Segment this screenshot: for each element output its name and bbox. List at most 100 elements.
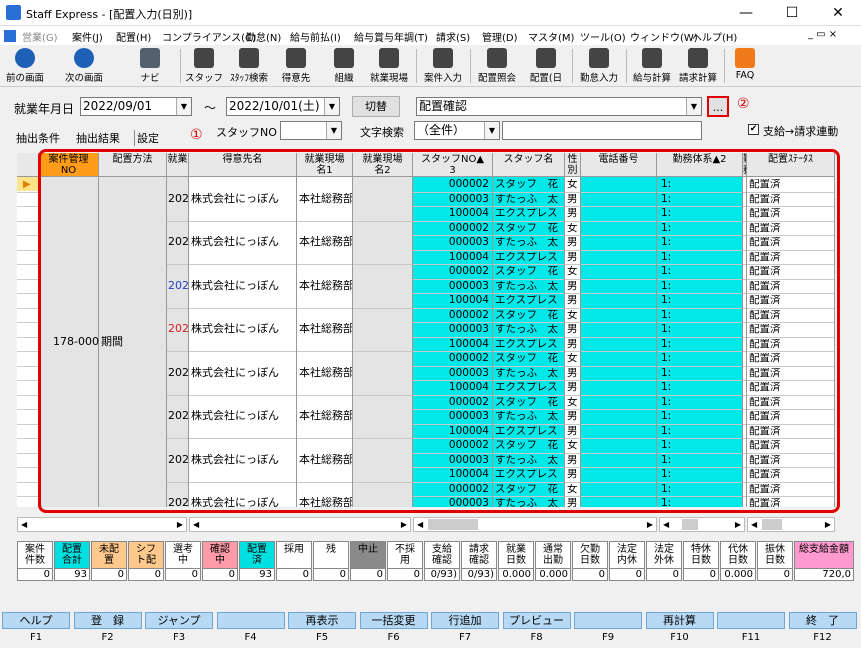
menu-item[interactable]: ツール(O)	[580, 29, 626, 44]
toolbar-billing-button[interactable]: 請求計算	[676, 47, 720, 85]
sync-checkbox[interactable]: ✔	[748, 124, 759, 135]
text-search-input[interactable]	[502, 121, 702, 140]
arrow-left-icon	[15, 48, 35, 68]
stat-label: 請求 確認	[462, 542, 496, 569]
fkey-button-f1[interactable]: ヘルプ	[2, 612, 70, 629]
menu-item[interactable]: 請求(S)	[436, 29, 470, 44]
maximize-button[interactable]: ☐	[769, 0, 815, 26]
customer-icon	[286, 48, 306, 68]
close-button[interactable]: ✕	[815, 0, 861, 26]
next-screen-button[interactable]: 次の画面	[62, 47, 106, 85]
switch-button[interactable]: 切替	[352, 96, 400, 117]
fkey-button-f7[interactable]: 行追加	[431, 612, 499, 629]
fkey-label: F10	[670, 632, 689, 643]
fkey-label: F2	[101, 632, 114, 643]
stat-value: 0	[413, 569, 420, 580]
stat-value: 0	[154, 569, 161, 580]
toolbar-placement-query-button[interactable]: 配置照会	[474, 47, 520, 85]
menu-item[interactable]: ヘルプ(H)	[692, 29, 737, 44]
stat-label: 代休 日数	[721, 542, 755, 569]
stat-box: 特休 日数 0	[683, 541, 719, 581]
menu-item[interactable]: 給与賞与年調(T)	[354, 29, 428, 44]
stat-value: 0	[598, 569, 605, 580]
date-to-select[interactable]: 2022/10/01(土) ▼	[226, 97, 340, 116]
stat-box: シフ ト配 0	[128, 541, 164, 581]
more-button[interactable]: ...	[707, 96, 729, 117]
placement-query-icon	[487, 48, 507, 68]
fkey-button-f3[interactable]: ジャンプ	[145, 612, 213, 629]
stat-value: 0	[672, 569, 679, 580]
stat-value: 0/93)	[467, 569, 494, 580]
stat-label: 不採用	[388, 542, 422, 569]
faq-icon	[735, 48, 755, 68]
stat-label: 支給 確認	[425, 542, 459, 569]
fkey-button-f10[interactable]: 再計算	[645, 612, 714, 629]
toolbar-staff-search-button[interactable]: ｽﾀｯﾌ検索	[226, 47, 272, 85]
horizontal-scrollbars[interactable]: ◀ ▶ ◀ ▶ ◀ ▶ ◀ ▶ ◀ ▶	[17, 517, 835, 532]
toolbar-attendance-button[interactable]: 勤怠入力	[576, 47, 622, 85]
chevron-down-icon[interactable]: ▼	[326, 122, 341, 139]
tab-settings[interactable]: 設定	[134, 130, 159, 146]
navi-icon	[140, 48, 160, 68]
fkey-button-f5[interactable]: 再表示	[288, 612, 356, 629]
site-icon	[379, 48, 399, 68]
fkey-button-f11[interactable]	[717, 612, 785, 629]
chevron-down-icon[interactable]: ▼	[484, 122, 499, 139]
fkey-button-f2[interactable]: 登 録	[73, 612, 142, 629]
stat-label: 振休 日数	[758, 542, 792, 569]
fkey-button-f9[interactable]	[574, 612, 642, 629]
toolbar-payroll-button[interactable]: 給与計算	[630, 47, 674, 85]
toolbar-site-button[interactable]: 就業現場	[366, 47, 412, 85]
toolbar-org-button[interactable]: 組織	[324, 47, 364, 85]
fkey-label: F12	[813, 632, 832, 643]
minimize-button[interactable]: —	[723, 0, 769, 26]
menu-item[interactable]: 給与前払(I)	[290, 29, 341, 44]
menu-item[interactable]: 勤怠(N)	[246, 29, 281, 44]
fkey-button-f8[interactable]: プレビュー	[502, 612, 571, 629]
billing-icon	[688, 48, 708, 68]
navi-button[interactable]: ナビ	[130, 47, 170, 85]
tab-extract-results[interactable]: 抽出結果	[76, 130, 120, 146]
menu-item[interactable]: 管理(D)	[482, 29, 518, 44]
staff-no-select[interactable]: ▼	[280, 121, 342, 140]
toolbar-case-input-button[interactable]: 案件入力	[420, 47, 466, 85]
fkey-button-f4[interactable]	[216, 612, 285, 629]
toolbar: 前の画面 次の画面 ナビ スタッフ ｽﾀｯﾌ検索 得意先 組織 就業現場 案件入…	[0, 45, 861, 87]
stat-label: 未配置	[92, 542, 126, 569]
stat-label: 残	[314, 542, 348, 569]
mdi-controls[interactable]: _ ▭ ×	[808, 29, 837, 40]
stat-value: 93	[74, 569, 87, 580]
stat-box: 案件 件数 0	[17, 541, 53, 581]
menu-item[interactable]: 配置(H)	[116, 29, 151, 44]
toolbar-placement-daily-button[interactable]: 配置(日	[524, 47, 568, 85]
mode-select[interactable]: 配置確認 ▼	[416, 97, 702, 116]
text-search-mode-select[interactable]: （全件） ▼	[414, 121, 500, 140]
menu-item[interactable]: 案件(J)	[72, 29, 103, 44]
column-header[interactable]	[17, 153, 39, 177]
stat-box: 法定 外休 0	[646, 541, 682, 581]
menu-item[interactable]: コンプライアンス(C)	[162, 29, 256, 44]
chevron-down-icon[interactable]: ▼	[324, 98, 339, 115]
chevron-down-icon[interactable]: ▼	[176, 98, 191, 115]
payroll-icon	[642, 48, 662, 68]
fkey-button-f6[interactable]: 一括変更	[359, 612, 428, 629]
fkey-button-f12[interactable]: 終 了	[788, 612, 857, 629]
stat-box: 代休 日数 0.000	[720, 541, 756, 581]
stat-value: 0	[191, 569, 198, 580]
tab-extract-conditions[interactable]: 抽出条件	[16, 130, 60, 146]
menu-bar: 営業(G) 案件(J) 配置(H) コンプライアンス(C) 勤怠(N) 給与前払…	[0, 26, 861, 45]
menu-item[interactable]: ウィンドウ(W)	[630, 29, 698, 44]
menu-item[interactable]: マスタ(M)	[528, 29, 574, 44]
arrow-right-icon	[74, 48, 94, 68]
toolbar-customer-button[interactable]: 得意先	[276, 47, 316, 85]
toolbar-staff-button[interactable]: スタッフ	[184, 47, 224, 85]
stat-box: 請求 確認 0/93)	[461, 541, 497, 581]
stat-label: 選考中	[166, 542, 200, 569]
menu-item[interactable]: 営業(G)	[22, 29, 58, 44]
chevron-down-icon[interactable]: ▼	[686, 98, 701, 115]
date-from-select[interactable]: 2022/09/01 ▼	[80, 97, 192, 116]
stat-value: 720,0	[822, 569, 851, 580]
stat-value: 0.000	[502, 569, 531, 580]
prev-screen-button[interactable]: 前の画面	[4, 47, 46, 85]
toolbar-faq-button[interactable]: FAQ	[728, 47, 762, 85]
